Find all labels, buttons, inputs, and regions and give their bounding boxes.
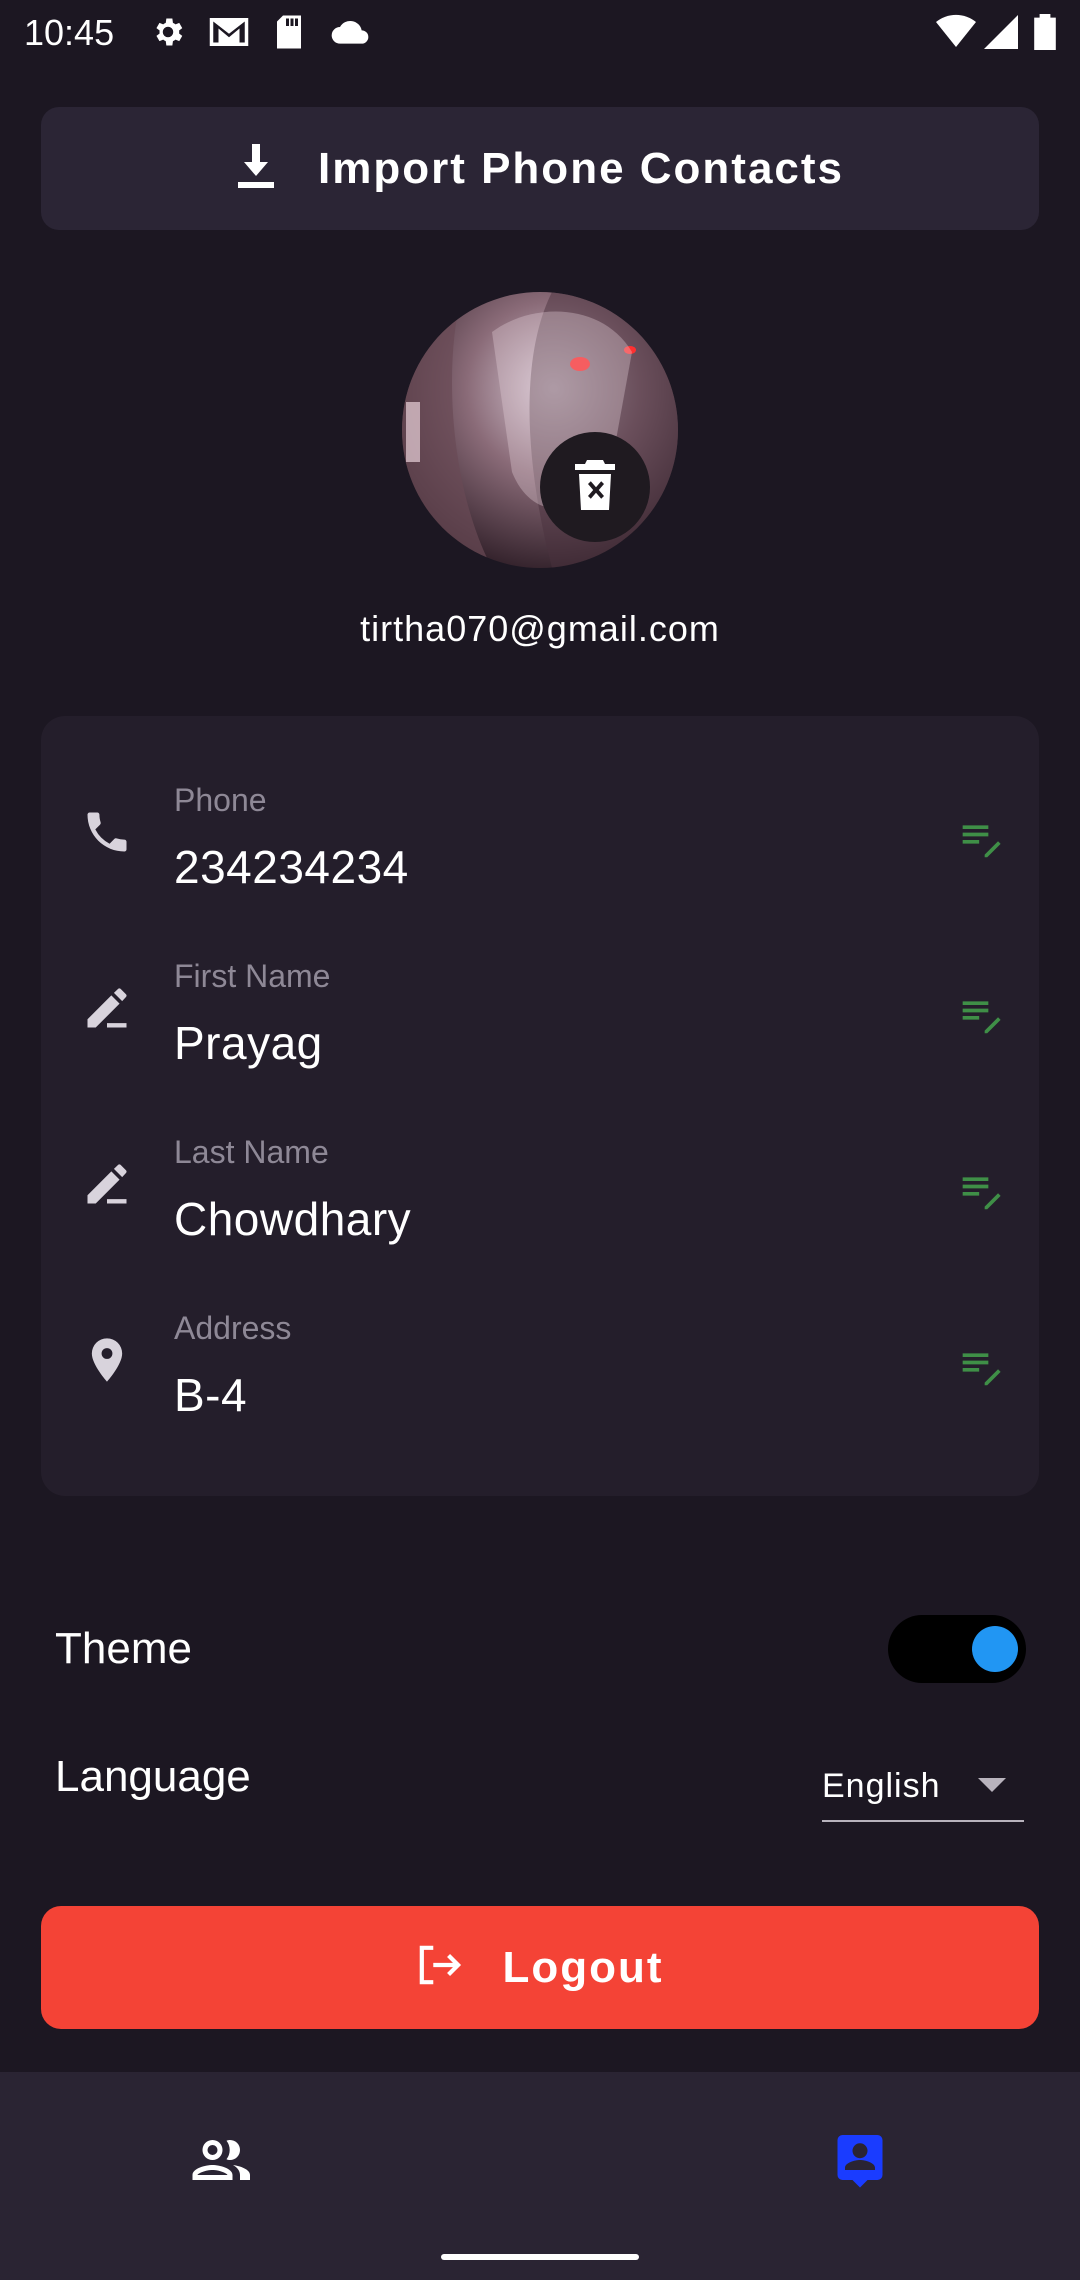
- first-name-field: First Name Prayag: [41, 918, 1039, 1069]
- language-dropdown[interactable]: English: [822, 1752, 1024, 1822]
- address-field: Address B-4: [41, 1270, 1039, 1421]
- edit-last-name-icon[interactable]: [959, 1170, 1003, 1214]
- download-icon: [236, 144, 276, 193]
- phone-label: Phone: [174, 782, 267, 818]
- last-name-label: Last Name: [174, 1134, 329, 1170]
- first-name-value: Prayag: [174, 1017, 323, 1069]
- profile-email: tirtha070@gmail.com: [360, 608, 720, 649]
- profile-details-card: Phone 234234234 First Name Prayag Last N…: [41, 716, 1039, 1496]
- profile-icon[interactable]: [830, 2130, 890, 2190]
- wifi-icon: [936, 14, 976, 55]
- chevron-down-icon: [978, 1778, 1006, 1792]
- phone-field: Phone 234234234: [41, 742, 1039, 893]
- import-contacts-button[interactable]: Import Phone Contacts: [41, 107, 1039, 230]
- delete-avatar-button[interactable]: [540, 432, 650, 542]
- language-value: English: [822, 1766, 941, 1805]
- theme-toggle[interactable]: [888, 1615, 1026, 1683]
- signal-icon: [984, 14, 1018, 55]
- contacts-icon[interactable]: [190, 2130, 250, 2190]
- edit-first-name-icon[interactable]: [959, 994, 1003, 1038]
- status-bar: 10:45: [0, 0, 1080, 64]
- battery-icon: [1034, 14, 1056, 55]
- logout-label: Logout: [502, 1942, 664, 1992]
- logout-button[interactable]: Logout: [41, 1906, 1039, 2029]
- theme-label: Theme: [55, 1624, 192, 1673]
- last-name-field: Last Name Chowdhary: [41, 1094, 1039, 1245]
- delete-icon: [575, 459, 615, 515]
- edit-phone-icon[interactable]: [959, 818, 1003, 862]
- language-label: Language: [55, 1752, 251, 1801]
- bottom-nav: [0, 2072, 1080, 2280]
- edit-pencil-icon: [81, 982, 133, 1034]
- logout-icon: [416, 1944, 462, 1991]
- address-label: Address: [174, 1310, 292, 1346]
- first-name-label: First Name: [174, 958, 331, 994]
- home-indicator[interactable]: [441, 2254, 639, 2260]
- sd-card-icon: [274, 14, 304, 55]
- phone-value: 234234234: [174, 841, 409, 893]
- last-name-value: Chowdhary: [174, 1193, 412, 1245]
- phone-icon: [81, 806, 133, 858]
- import-contacts-label: Import Phone Contacts: [317, 143, 845, 193]
- location-pin-icon: [81, 1334, 133, 1386]
- gear-icon: [150, 14, 186, 55]
- cloud-icon: [330, 14, 370, 55]
- address-value: B-4: [174, 1369, 248, 1421]
- theme-toggle-knob: [972, 1626, 1018, 1672]
- edit-address-icon[interactable]: [959, 1346, 1003, 1390]
- gmail-icon: [208, 14, 250, 55]
- status-time: 10:45: [24, 12, 115, 53]
- avatar[interactable]: [402, 292, 678, 568]
- edit-pencil-icon: [81, 1158, 133, 1210]
